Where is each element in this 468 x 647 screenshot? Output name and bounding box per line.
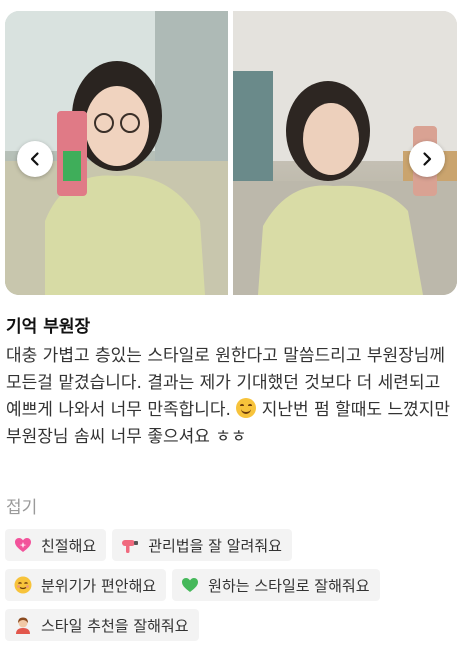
tag-label: 분위기가 편안해요 <box>41 576 157 595</box>
tag-comfortable-mood: 분위기가 편안해요 <box>5 569 167 601</box>
smiling-face-icon <box>236 398 257 418</box>
previous-photo-button[interactable] <box>17 141 53 177</box>
hair-dryer-icon <box>120 535 140 555</box>
green-heart-icon <box>180 575 200 595</box>
chevron-right-icon <box>423 152 432 166</box>
tag-label: 관리법을 잘 알려줘요 <box>148 536 282 555</box>
review-keyword-tags: 친절해요 관리법을 잘 알려줘요 분위기가 편안해요 원하는 스타일로 잘해줘요 <box>5 529 460 647</box>
review-text: 대충 가볍고 층있는 스타일로 원한다고 말씀드리고 부원장님께 모든걸 맡겼습… <box>6 343 458 451</box>
review-author-name: 기억 부원장 <box>6 317 91 337</box>
tag-desired-style: 원하는 스타일로 잘해줘요 <box>172 569 380 601</box>
review-photo-gallery[interactable] <box>5 11 457 295</box>
chevron-left-icon <box>30 152 39 166</box>
tag-style-recommendation: 스타일 추천을 잘해줘요 <box>5 609 199 641</box>
relieved-face-icon <box>13 575 33 595</box>
person-getting-haircut-icon <box>13 615 33 635</box>
next-photo-button[interactable] <box>409 141 445 177</box>
sparkling-heart-icon <box>13 535 33 555</box>
tag-care-tips: 관리법을 잘 알려줘요 <box>112 529 292 561</box>
tag-label: 스타일 추천을 잘해줘요 <box>41 616 189 635</box>
tag-label: 원하는 스타일로 잘해줘요 <box>208 576 370 595</box>
collapse-review-button[interactable]: 접기 <box>6 493 37 518</box>
tag-label: 친절해요 <box>41 536 97 555</box>
tag-friendly: 친절해요 <box>5 529 107 561</box>
